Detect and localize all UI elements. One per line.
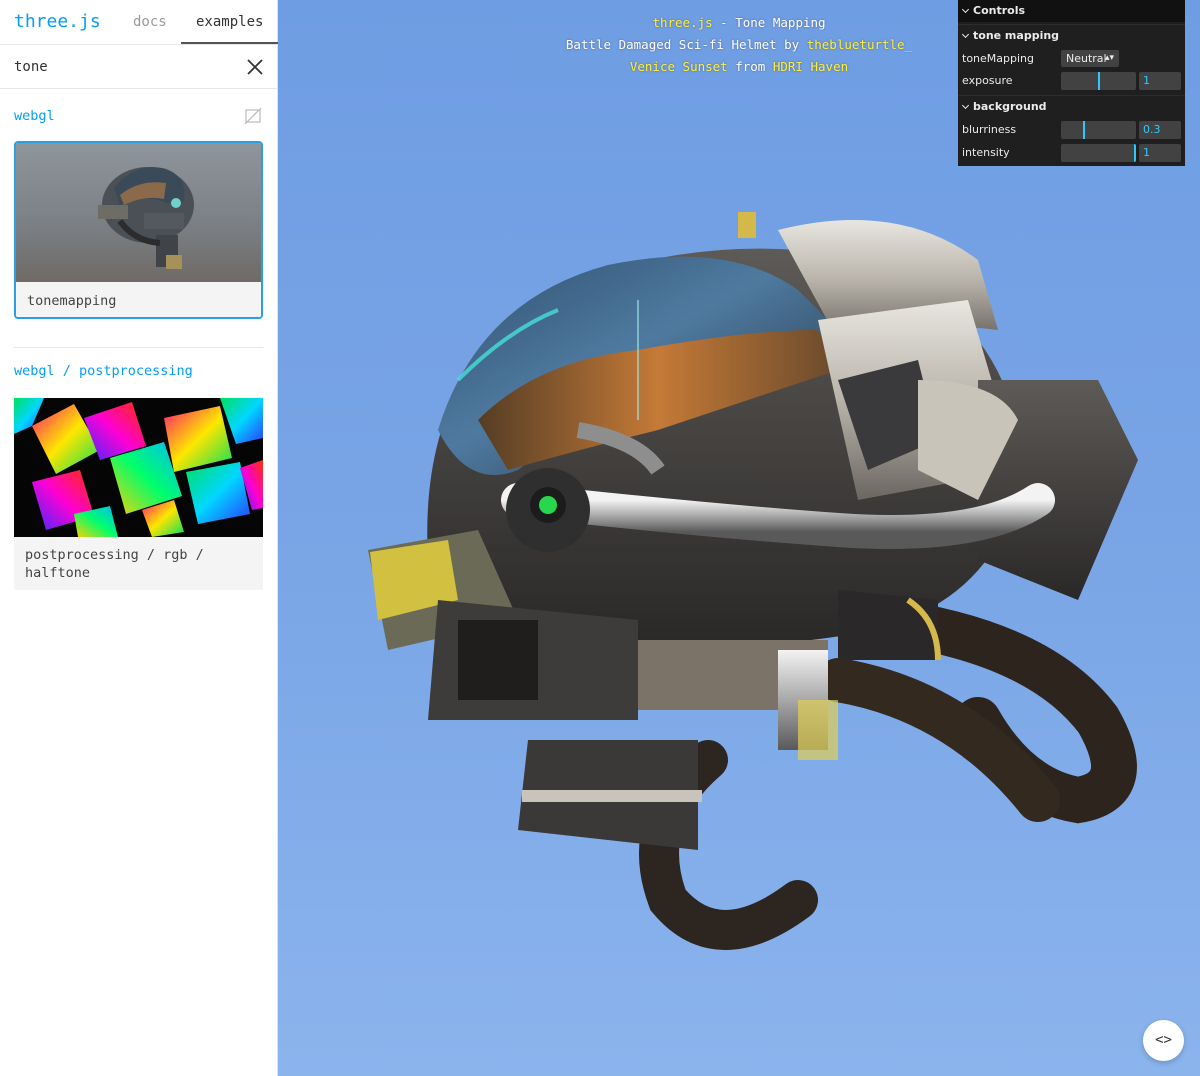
control-exposure: exposure 1 — [958, 70, 1185, 92]
tab-docs[interactable]: docs — [133, 14, 167, 30]
search-input[interactable] — [14, 55, 234, 79]
sidebar-header: three.js docs examples — [0, 0, 278, 45]
card-label: postprocessing / rgb / halftone — [25, 547, 204, 581]
thumbnail-image — [16, 143, 261, 282]
category-title-webgl: webgl — [14, 108, 55, 124]
sidebar: three.js docs examples webgl — [0, 0, 278, 1076]
hdri-haven-link[interactable]: HDRI Haven — [773, 59, 848, 74]
divider — [14, 347, 263, 348]
blurriness-slider[interactable] — [1061, 121, 1136, 139]
select-arrows-icon: ▴▾ — [1104, 53, 1114, 63]
control-label: exposure — [962, 74, 1013, 87]
threejs-link[interactable]: three.js — [652, 15, 712, 30]
thumbnail-image — [14, 398, 263, 537]
active-tab-indicator — [181, 42, 278, 44]
select-value: Neutral — [1066, 52, 1107, 65]
exposure-slider[interactable] — [1061, 72, 1136, 90]
exposure-number[interactable]: 1 — [1139, 72, 1181, 90]
folder-background[interactable]: background — [958, 95, 1185, 117]
logo-link[interactable]: three.js — [14, 11, 101, 32]
close-icon[interactable] — [245, 57, 265, 77]
slider-handle[interactable] — [1083, 121, 1085, 139]
intensity-number[interactable]: 1 — [1139, 144, 1181, 162]
folder-tone-mapping[interactable]: tone mapping — [958, 24, 1185, 46]
example-card-tonemapping[interactable]: tonemapping — [14, 141, 263, 319]
info-text: from — [727, 59, 773, 74]
control-blurriness: blurriness 0.3 — [958, 119, 1185, 141]
intensity-slider[interactable] — [1061, 144, 1136, 162]
info-text: Battle Damaged Sci-fi Helmet by — [565, 37, 807, 52]
tab-examples[interactable]: examples — [196, 14, 263, 30]
control-label: blurriness — [962, 123, 1017, 136]
slider-handle[interactable] — [1098, 72, 1100, 90]
example-card-halftone[interactable]: postprocessing / rgb / halftone — [14, 398, 263, 590]
card-label: tonemapping — [27, 293, 117, 309]
category-title-postprocessing: webgl / postprocessing — [14, 363, 193, 379]
view-source-button[interactable]: <> — [1143, 1020, 1184, 1061]
control-label: intensity — [962, 146, 1010, 159]
search-bar — [0, 45, 277, 89]
control-tonemapping: toneMapping Neutral ▴▾ — [958, 48, 1185, 70]
webgl-disabled-icon — [244, 107, 262, 125]
slider-handle[interactable] — [1134, 144, 1136, 162]
tonemapping-select[interactable]: Neutral ▴▾ — [1061, 50, 1119, 67]
control-intensity: intensity 1 — [958, 142, 1185, 164]
blurriness-number[interactable]: 0.3 — [1139, 121, 1181, 139]
controls-title[interactable]: Controls — [958, 0, 1185, 22]
author-link[interactable]: theblueturtle_ — [807, 37, 912, 52]
info-text: - Tone Mapping — [712, 15, 826, 30]
control-label: toneMapping — [962, 52, 1034, 65]
controls-panel: Controls tone mapping toneMapping Neutra… — [958, 0, 1185, 166]
hdri-link[interactable]: Venice Sunset — [630, 59, 728, 74]
